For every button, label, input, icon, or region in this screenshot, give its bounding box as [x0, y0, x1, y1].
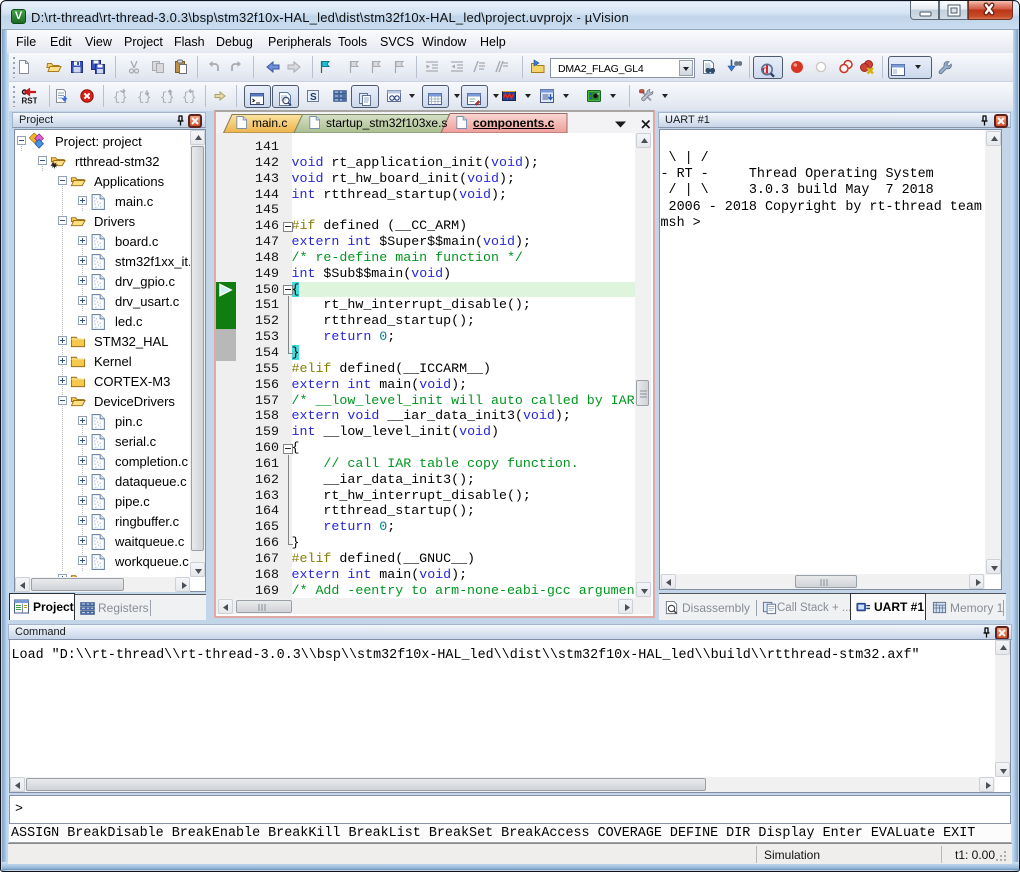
svg-text:RST: RST [22, 97, 38, 105]
svg-text:S: S [310, 92, 317, 103]
svg-text:{}: {} [160, 91, 174, 105]
svg-text:{}: {} [137, 91, 151, 105]
svg-text:{}: {} [113, 91, 127, 105]
svg-text:{}: {} [182, 91, 196, 105]
